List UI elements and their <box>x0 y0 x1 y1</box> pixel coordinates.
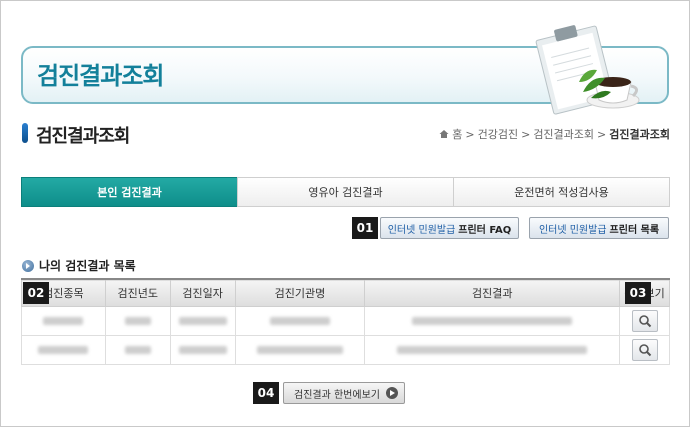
cell-redacted <box>104 305 171 336</box>
breadcrumb: 홈 > 건강검진 > 검진결과조회 > 검진결과조회 <box>439 126 670 142</box>
tab-driver-license[interactable]: 운전면허 적성검사용 <box>453 177 670 207</box>
badge-03: 03 <box>625 282 651 304</box>
cell-redacted <box>364 305 621 336</box>
breadcrumb-separator: > <box>465 127 475 141</box>
cell-redacted <box>169 305 236 336</box>
tab-infant-results[interactable]: 영유아 검진결과 <box>237 177 454 207</box>
magnifier-icon <box>638 314 651 327</box>
breadcrumb-separator: > <box>521 127 531 141</box>
printer-faq-label: 프린터 FAQ <box>458 224 512 236</box>
badge-01: 01 <box>352 217 378 239</box>
col-header-result: 검진결과 <box>364 278 621 307</box>
col-header-institution: 검진기관명 <box>234 278 366 307</box>
section-title: 나의 검진결과 목록 <box>39 259 136 273</box>
view-all-results-label: 검진결과 한번에보기 <box>294 389 380 401</box>
printer-list-button[interactable]: 인터넷 민원발급 프린터 목록 <box>529 217 669 239</box>
banner-title: 검진결과조회 <box>37 62 164 90</box>
breadcrumb-separator: > <box>597 127 607 141</box>
cell-redacted <box>364 334 621 365</box>
breadcrumb-item-checkup[interactable]: 건강검진 <box>478 126 518 142</box>
results-table: 검진종목 검진년도 검진일자 검진기관명 검진결과 상세보기 <box>21 278 670 365</box>
tab-bar: 본인 검진결과 영유아 검진결과 운전면허 적성검사용 <box>21 177 670 207</box>
badge-02: 02 <box>23 282 49 304</box>
col-header-year: 검진년도 <box>104 278 171 307</box>
table-row <box>21 334 670 365</box>
home-icon <box>439 130 449 138</box>
breadcrumb-item-current: 검진결과조회 <box>609 128 670 141</box>
magnifier-icon <box>638 343 651 356</box>
col-header-date: 검진일자 <box>169 278 236 307</box>
tab-my-results[interactable]: 본인 검진결과 <box>21 177 238 207</box>
circle-arrow-icon <box>22 259 34 272</box>
printer-faq-highlight: 인터넷 민원발급 <box>387 224 456 236</box>
cell-redacted <box>234 334 366 365</box>
cell-redacted <box>169 334 236 365</box>
section-header: 나의 검진결과 목록 <box>22 257 136 274</box>
page-title: 검진결과조회 <box>36 126 130 147</box>
printer-list-highlight: 인터넷 민원발급 <box>538 224 607 236</box>
cell-redacted <box>234 305 366 336</box>
cell-redacted <box>21 305 106 336</box>
view-detail-button[interactable] <box>631 309 658 332</box>
table-row <box>21 305 670 336</box>
breadcrumb-item-results[interactable]: 검진결과조회 <box>533 126 594 142</box>
badge-04: 04 <box>253 382 279 404</box>
clipboard-coffee-illustration <box>535 25 640 115</box>
heading-accent-bar <box>22 123 28 143</box>
printer-list-label: 프린터 목록 <box>609 224 660 236</box>
cell-redacted <box>104 334 171 365</box>
circle-arrow-icon <box>385 387 398 399</box>
cell-detail <box>619 305 670 336</box>
printer-faq-button[interactable]: 인터넷 민원발급 프린터 FAQ <box>380 217 519 239</box>
cell-detail <box>619 334 670 365</box>
view-all-results-button[interactable]: 검진결과 한번에보기 <box>283 382 405 404</box>
breadcrumb-item-home[interactable]: 홈 <box>452 126 462 142</box>
view-detail-button[interactable] <box>631 338 658 361</box>
table-header-row: 검진종목 검진년도 검진일자 검진기관명 검진결과 상세보기 <box>21 278 670 307</box>
cell-redacted <box>21 334 106 365</box>
